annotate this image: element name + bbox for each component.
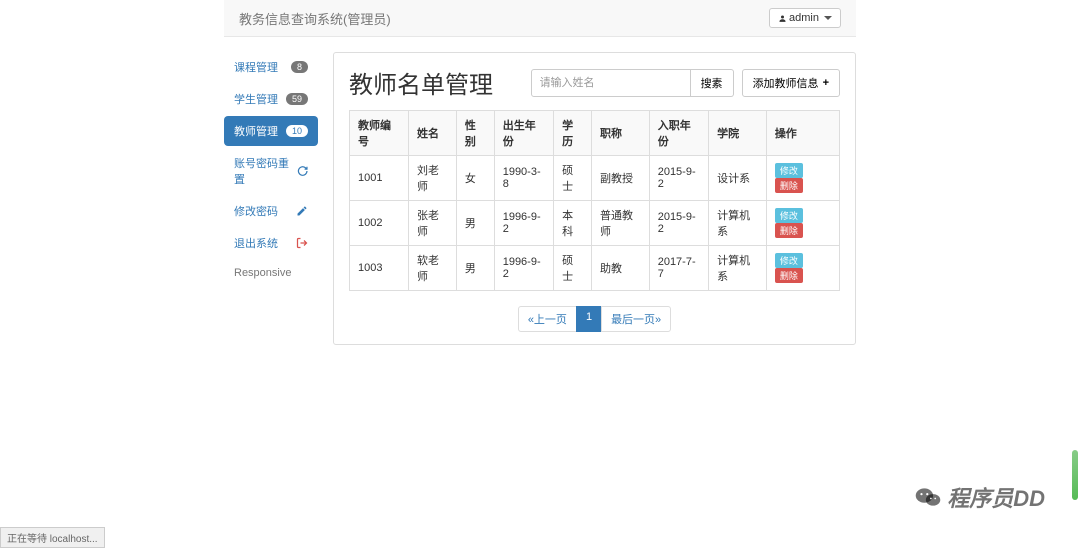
th-ops: 操作	[766, 111, 839, 156]
edit-button[interactable]: 修改	[775, 163, 803, 178]
table-cell: 计算机系	[709, 246, 767, 291]
sidebar-item-course[interactable]: 课程管理 8	[224, 52, 318, 82]
sidebar: 课程管理 8 学生管理 59 教师管理 10 账号密码重置 修改密码 退出系统 …	[224, 52, 318, 345]
edit-button[interactable]: 修改	[775, 253, 803, 268]
table-cell: 硕士	[554, 246, 592, 291]
table-cell: 副教授	[592, 156, 650, 201]
wechat-icon	[915, 486, 941, 508]
watermark: 程序员DD	[915, 481, 1045, 513]
th-name: 姓名	[409, 111, 457, 156]
search-button[interactable]: 搜素	[691, 69, 734, 97]
main-actions: 搜素 添加教师信息 +	[531, 69, 840, 97]
plus-icon: +	[823, 77, 829, 89]
sidebar-item-label: 账号密码重置	[234, 155, 297, 187]
sidebar-item-label: 学生管理	[234, 91, 278, 107]
delete-button[interactable]: 删除	[775, 223, 803, 238]
table-row: 1003软老师男1996-9-2硕士助教2017-7-7计算机系修改删除	[350, 246, 840, 291]
sidebar-item-teacher[interactable]: 教师管理 10	[224, 116, 318, 146]
table-cell: 1002	[350, 201, 409, 246]
table-cell: 1990-3-8	[494, 156, 553, 201]
sidebar-item-label: 课程管理	[234, 59, 278, 75]
user-icon	[778, 14, 787, 23]
status-bar: 正在等待 localhost...	[0, 527, 105, 548]
page-title: 教师名单管理	[349, 65, 493, 100]
search-group: 搜素	[531, 69, 734, 97]
table-cell: 本科	[554, 201, 592, 246]
table-cell: 1003	[350, 246, 409, 291]
table-cell: 2015-9-2	[649, 156, 708, 201]
sidebar-item-label: 修改密码	[234, 203, 278, 219]
table-cell: 设计系	[709, 156, 767, 201]
sidebar-item-reset-password[interactable]: 账号密码重置	[224, 148, 318, 194]
table-cell-ops: 修改删除	[766, 156, 839, 201]
navbar: 教务信息查询系统(管理员) admin	[224, 0, 856, 37]
table-cell: 1996-9-2	[494, 246, 553, 291]
table-cell: 张老师	[409, 201, 457, 246]
table-cell: 刘老师	[409, 156, 457, 201]
sidebar-item-label: 教师管理	[234, 123, 278, 139]
delete-button[interactable]: 删除	[775, 268, 803, 283]
sidebar-item-label: 退出系统	[234, 235, 278, 251]
th-id: 教师编号	[350, 111, 409, 156]
sidebar-item-change-password[interactable]: 修改密码	[224, 196, 318, 226]
table-row: 1002张老师男1996-9-2本科普通教师2015-9-2计算机系修改删除	[350, 201, 840, 246]
search-input[interactable]	[531, 69, 691, 97]
pencil-icon	[296, 205, 308, 217]
table-cell: 普通教师	[592, 201, 650, 246]
table-cell: 2015-9-2	[649, 201, 708, 246]
sidebar-item-student[interactable]: 学生管理 59	[224, 84, 318, 114]
badge: 10	[286, 125, 308, 137]
table-cell: 软老师	[409, 246, 457, 291]
scrollbar[interactable]	[1072, 450, 1078, 500]
table-cell-ops: 修改删除	[766, 246, 839, 291]
caret-icon	[824, 16, 832, 20]
main-header: 教师名单管理 搜素 添加教师信息 +	[349, 65, 840, 100]
main-container: 课程管理 8 学生管理 59 教师管理 10 账号密码重置 修改密码 退出系统 …	[0, 37, 1080, 345]
table-cell: 男	[456, 246, 494, 291]
navbar-brand: 教务信息查询系统(管理员)	[239, 9, 391, 28]
teacher-table: 教师编号 姓名 性别 出生年份 学历 职称 入职年份 学院 操作 1001刘老师…	[349, 110, 840, 291]
refresh-icon	[297, 165, 308, 177]
table-cell: 1996-9-2	[494, 201, 553, 246]
table-row: 1001刘老师女1990-3-8硕士副教授2015-9-2设计系修改删除	[350, 156, 840, 201]
add-teacher-button[interactable]: 添加教师信息 +	[742, 69, 840, 97]
edit-button[interactable]: 修改	[775, 208, 803, 223]
table-cell: 硕士	[554, 156, 592, 201]
th-birth: 出生年份	[494, 111, 553, 156]
table-cell: 女	[456, 156, 494, 201]
th-title: 职称	[592, 111, 650, 156]
logout-icon	[296, 237, 308, 249]
th-hire: 入职年份	[649, 111, 708, 156]
th-dept: 学院	[709, 111, 767, 156]
table-header-row: 教师编号 姓名 性别 出生年份 学历 职称 入职年份 学院 操作	[350, 111, 840, 156]
badge: 59	[286, 93, 308, 105]
watermark-text: 程序员DD	[947, 481, 1045, 513]
page-last[interactable]: 最后一页»	[601, 306, 671, 332]
badge: 8	[291, 61, 308, 73]
add-button-label: 添加教师信息	[753, 75, 819, 91]
delete-button[interactable]: 删除	[775, 178, 803, 193]
user-name: admin	[789, 12, 819, 24]
sidebar-footer: Responsive	[224, 260, 318, 286]
table-cell: 1001	[350, 156, 409, 201]
table-cell: 计算机系	[709, 201, 767, 246]
user-dropdown[interactable]: admin	[769, 8, 841, 28]
pagination: «上一页 1 最后一页»	[349, 306, 840, 332]
th-edu: 学历	[554, 111, 592, 156]
main-panel: 教师名单管理 搜素 添加教师信息 + 教师编号 姓名 性别 出生年份	[333, 52, 856, 345]
table-cell: 男	[456, 201, 494, 246]
table-cell-ops: 修改删除	[766, 201, 839, 246]
page-prev[interactable]: «上一页	[518, 306, 577, 332]
th-gender: 性别	[456, 111, 494, 156]
table-cell: 2017-7-7	[649, 246, 708, 291]
page-current[interactable]: 1	[576, 306, 602, 332]
sidebar-item-logout[interactable]: 退出系统	[224, 228, 318, 258]
table-cell: 助教	[592, 246, 650, 291]
